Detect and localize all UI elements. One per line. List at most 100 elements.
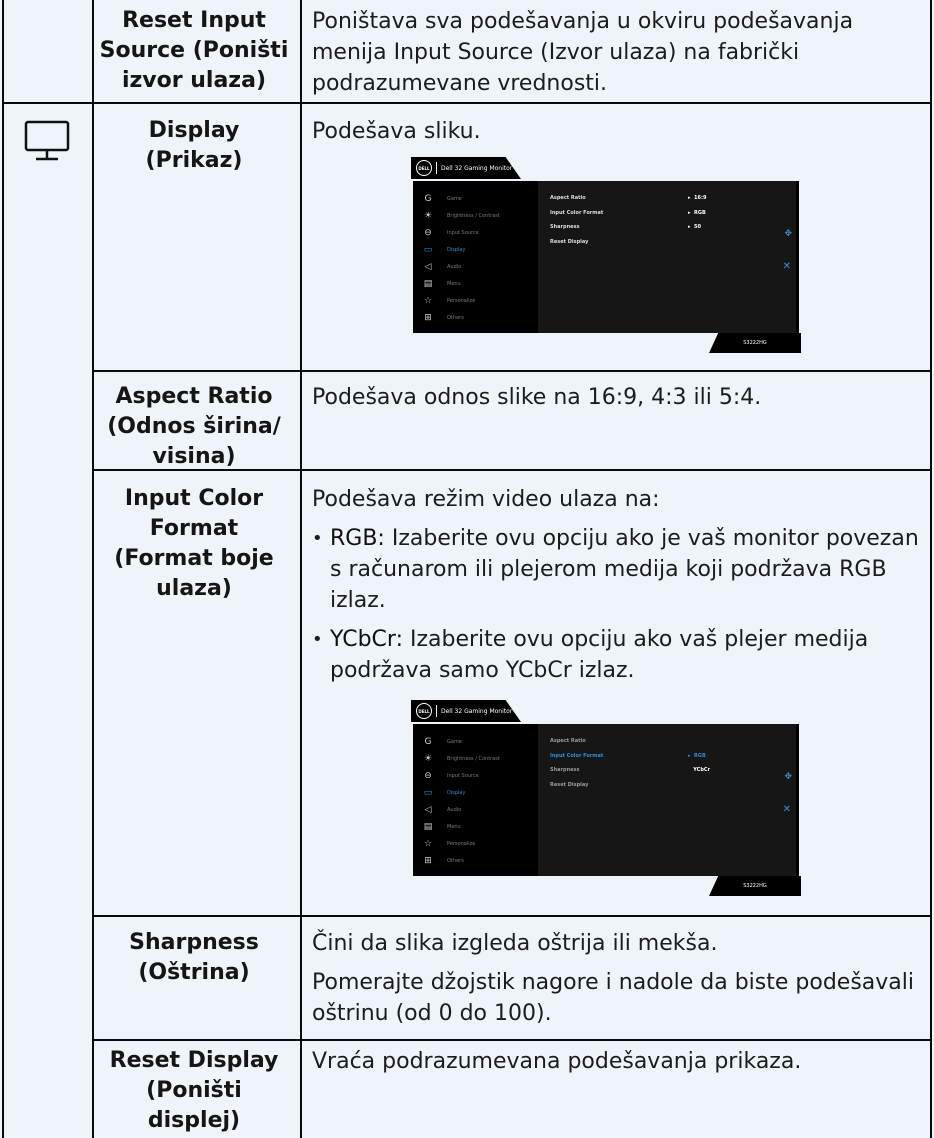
row-divider	[92, 915, 932, 917]
osd-submenu: Aspect Ratio Input Color Format ▸ RGB Sh…	[538, 724, 796, 876]
osd-panel: G Game ☀ Brightness / Contrast ⊖ Input Source…	[413, 181, 799, 333]
desc-text: Pomerajte džojstik nagore i nadole da bi…	[312, 970, 914, 1026]
option-term: YCbCr:	[330, 627, 403, 652]
desc-text: Čini da slika izgleda oštrija ili mekša.	[312, 931, 718, 956]
label-line: ulaza)	[156, 576, 232, 601]
option-rgb: RGB: Izaberite ovu opciju ako je vaš mon…	[312, 523, 927, 616]
others-icon: ⊞	[424, 856, 432, 866]
close-icon: ✕	[782, 804, 791, 815]
osd-row-input-color-format: Input Color Format ▸ RGB	[550, 210, 790, 222]
osd-row-name: Input Color Format	[550, 753, 604, 759]
osd-row-value: ▸ 16:9	[688, 195, 707, 201]
osd-menu-item-display: ▭ Display	[421, 244, 466, 256]
label-line: (Oštrina)	[138, 960, 250, 985]
table-border-right	[930, 0, 932, 1138]
osd-row-input-color-format: Input Color Format ▸ RGB	[550, 753, 790, 765]
display-icon: ▭	[423, 788, 433, 798]
dell-logo: DELL	[416, 160, 432, 176]
osd-value-text: YCbCr	[693, 767, 711, 773]
osd-title-tab: DELL Dell 32 Gaming Monitor	[411, 157, 521, 179]
label-line: (Format boje	[114, 546, 274, 571]
row-label-input-color-format: Input Color Format (Format boje ulaza)	[94, 484, 294, 604]
label-line: Display	[148, 118, 240, 143]
osd-row-name: Input Color Format	[550, 210, 604, 216]
row-divider	[92, 370, 932, 372]
manual-page: Reset Input Source (Poništi izvor ulaza)…	[0, 0, 934, 1138]
osd-menu-item-game: G Game	[421, 736, 462, 748]
label-line: Sharpness	[129, 930, 259, 955]
osd-panel: G Game ☀ Brightness / Contrast ⊖ Input Source…	[413, 724, 799, 876]
row-label-aspect-ratio: Aspect Ratio (Odnos širina/ visina)	[94, 382, 294, 472]
option-text: Izaberite ovu opciju ako je vaš monitor …	[330, 526, 919, 613]
row-desc-reset-input-source: Poništava sva podešavanja u okviru podeš…	[312, 6, 927, 99]
osd-menu-item-game: G Game	[421, 193, 462, 205]
osd-menu-label: Menu	[447, 281, 461, 287]
input-source-icon: ⊖	[424, 228, 432, 238]
osd-row-aspect-ratio: Aspect Ratio ▸ 16:9	[550, 195, 790, 207]
label-line: Reset Display	[109, 1048, 279, 1073]
osd-menu-label: Audio	[447, 807, 462, 813]
label-line: Aspect Ratio	[115, 384, 273, 409]
option-text: Izaberite ovu opciju ako vaš plejer medi…	[330, 627, 869, 683]
osd-menu-item-menu: ▤ Menu	[421, 278, 461, 290]
osd-row-name: Aspect Ratio	[550, 195, 586, 201]
osd-row-aspect-ratio: Aspect Ratio	[550, 738, 790, 750]
osd-menu-item-input-source: ⊖ Input Source	[421, 227, 479, 239]
osd-row-sharpness: Sharpness YCbCr	[550, 767, 790, 779]
row-desc-reset-display: Vraća podrazumevana podešavanja prikaza.	[312, 1046, 927, 1077]
dell-logo: DELL	[416, 703, 432, 719]
osd-menu-label: Display	[447, 247, 466, 253]
osd-row-reset-display: Reset Display	[550, 239, 790, 251]
label-line: (Odnos širina/	[107, 414, 281, 439]
osd-menu-label: Menu	[447, 824, 461, 830]
osd-menu-label: Input Source	[447, 773, 479, 779]
osd-menu-label: Personalize	[447, 298, 476, 304]
osd-menu-item-brightness-contrast: ☀ Brightness / Contrast	[421, 210, 500, 222]
osd-row-name: Sharpness	[550, 224, 580, 230]
game-icon: G	[424, 194, 432, 204]
audio-icon: ◁	[424, 805, 432, 815]
row-divider	[92, 1039, 932, 1041]
osd-value-text: RGB	[694, 210, 706, 216]
osd-row-value: ▸ RGB	[688, 210, 706, 216]
input-source-icon: ⊖	[424, 771, 432, 781]
osd-menu-item-others: ⊞ Others	[421, 312, 464, 324]
menu-icon: ▤	[423, 279, 433, 289]
monitor-icon	[24, 120, 70, 161]
audio-icon: ◁	[424, 262, 432, 272]
option-list: RGB: Izaberite ovu opciju ako je vaš mon…	[312, 523, 927, 686]
label-line: visina)	[152, 444, 236, 469]
tab-separator	[436, 705, 437, 717]
others-icon: ⊞	[424, 313, 432, 323]
row-desc-input-color-format: Podešava režim video ulaza na: RGB: Izab…	[312, 484, 927, 686]
osd-row-sharpness: Sharpness ▸ 50	[550, 224, 790, 236]
osd-menu-item-display: ▭ Display	[421, 787, 466, 799]
row-divider	[2, 102, 932, 104]
osd-value-text: 16:9	[694, 195, 707, 201]
osd-menu-label: Brightness / Contrast	[447, 756, 500, 762]
option-term: RGB:	[330, 526, 385, 551]
desc-text: Podešava sliku.	[312, 119, 481, 144]
osd-menu-item-brightness-contrast: ☀ Brightness / Contrast	[421, 753, 500, 765]
osd-row-name: Reset Display	[550, 782, 589, 788]
osd-menu-label: Personalize	[447, 841, 476, 847]
osd-menu-label: Others	[447, 315, 464, 321]
personalize-icon: ☆	[423, 839, 433, 849]
osd-screenshot-display: DELL Dell 32 Gaming Monitor G Game ☀ Bright…	[411, 157, 801, 357]
osd-submenu: Aspect Ratio ▸ 16:9 Input Color Format ▸…	[538, 181, 796, 333]
osd-row-value: ▸ RGB	[688, 753, 706, 759]
osd-row-name: Sharpness	[550, 767, 580, 773]
osd-menu-item-others: ⊞ Others	[421, 855, 464, 867]
osd-menu-item-audio: ◁ Audio	[421, 261, 462, 273]
tab-separator	[436, 162, 437, 174]
row-label-display: Display (Prikaz)	[94, 116, 294, 176]
label-line: Format	[149, 516, 239, 541]
osd-row-value: YCbCr	[688, 767, 710, 773]
osd-title-tab: DELL Dell 32 Gaming Monitor	[411, 700, 521, 722]
display-icon: ▭	[423, 245, 433, 255]
logo-text: DELL	[418, 708, 430, 714]
osd-menu-item-menu: ▤ Menu	[421, 821, 461, 833]
row-desc-sharpness: Čini da slika izgleda oštrija ili mekša.…	[312, 928, 927, 1029]
osd-main-menu: G Game ☀ Brightness / Contrast ⊖ Input Source…	[413, 181, 538, 333]
osd-value-text: RGB	[694, 753, 706, 759]
